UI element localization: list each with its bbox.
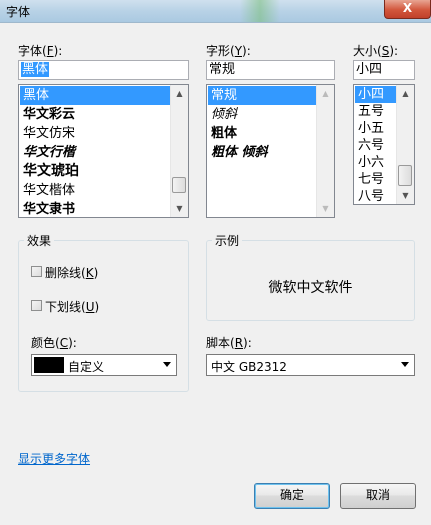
color-swatch: [34, 357, 64, 373]
font-size-input-value: 小四: [356, 62, 383, 77]
font-style-list[interactable]: 常规 倾斜 粗体 粗体 倾斜 ▲ ▼: [206, 84, 335, 218]
font-name-input-value: 黑体: [21, 62, 50, 77]
chevron-down-icon: [401, 362, 409, 367]
ok-button[interactable]: 确定: [254, 483, 330, 509]
font-size-item[interactable]: 七号: [355, 171, 397, 188]
font-size-item[interactable]: 六号: [355, 137, 397, 154]
sample-group-label: 示例: [212, 232, 243, 249]
font-style-input-value: 常规: [209, 62, 236, 77]
cancel-button[interactable]: 取消: [340, 483, 416, 509]
font-name-item[interactable]: 华文楷体: [20, 181, 171, 200]
script-combo[interactable]: 中文 GB2312: [206, 354, 415, 376]
scroll-down-icon[interactable]: ▼: [317, 200, 334, 217]
font-style-input[interactable]: 常规: [206, 60, 335, 80]
chevron-down-icon: [163, 362, 171, 367]
font-size-input[interactable]: 小四: [353, 60, 415, 80]
font-name-scrollbar[interactable]: ▲ ▼: [170, 85, 188, 217]
font-size-label: 大小(S):: [353, 44, 399, 58]
font-name-label: 字体(F):: [18, 44, 63, 58]
close-button[interactable]: X: [384, 0, 431, 19]
font-name-item[interactable]: 黑体: [20, 86, 171, 105]
font-size-scrollbar[interactable]: ▲ ▼: [396, 85, 414, 204]
scroll-down-icon[interactable]: ▼: [171, 200, 188, 217]
strikeout-checkbox[interactable]: [31, 266, 42, 277]
color-combo-value: 自定义: [68, 360, 105, 374]
font-style-item[interactable]: 粗体 倾斜: [208, 143, 317, 162]
font-name-item[interactable]: 华文仿宋: [20, 124, 171, 143]
font-name-item[interactable]: 华文行楷: [20, 143, 171, 162]
scroll-thumb[interactable]: [172, 177, 186, 193]
strikeout-label[interactable]: 删除线(K): [45, 264, 98, 281]
color-label: 颜色(C):: [31, 336, 77, 350]
font-style-item[interactable]: 常规: [208, 86, 317, 105]
show-more-fonts-link[interactable]: 显示更多字体: [18, 450, 90, 467]
font-size-item[interactable]: 小四: [355, 86, 397, 103]
scroll-up-icon[interactable]: ▲: [317, 85, 334, 102]
scroll-up-icon[interactable]: ▲: [171, 85, 188, 102]
font-name-list[interactable]: 黑体 华文彩云 华文仿宋 华文行楷 华文琥珀 华文楷体 华文隶书 ▲ ▼: [18, 84, 189, 218]
underline-checkbox[interactable]: [31, 300, 42, 311]
scroll-down-icon[interactable]: ▼: [397, 187, 414, 204]
font-name-item[interactable]: 华文隶书: [20, 200, 171, 217]
underline-label[interactable]: 下划线(U): [45, 298, 99, 315]
font-size-item[interactable]: 小六: [355, 154, 397, 171]
script-label: 脚本(R):: [206, 336, 252, 350]
font-size-item[interactable]: 五号: [355, 103, 397, 120]
font-size-list[interactable]: 小四 五号 小五 六号 小六 七号 八号 ▲ ▼: [353, 84, 415, 205]
font-name-item[interactable]: 华文琥珀: [20, 162, 171, 181]
window-title: 字体: [6, 5, 31, 19]
font-size-item[interactable]: 八号: [355, 188, 397, 204]
script-combo-value: 中文 GB2312: [211, 360, 287, 374]
font-size-item[interactable]: 小五: [355, 120, 397, 137]
scroll-up-icon[interactable]: ▲: [397, 85, 414, 102]
font-style-item[interactable]: 粗体: [208, 124, 317, 143]
color-combo[interactable]: 自定义: [31, 354, 177, 376]
scroll-thumb[interactable]: [398, 165, 412, 186]
font-style-item[interactable]: 倾斜: [208, 105, 317, 124]
font-style-label: 字形(Y):: [206, 44, 251, 58]
font-name-item[interactable]: 华文彩云: [20, 105, 171, 124]
font-name-input[interactable]: 黑体: [18, 60, 189, 80]
sample-text: 微软中文软件: [268, 280, 353, 296]
effects-group-label: 效果: [24, 232, 55, 249]
title-bar: 字体: [0, 0, 431, 23]
font-style-scrollbar[interactable]: ▲ ▼: [316, 85, 334, 217]
titlebar-decoration: [240, 0, 280, 22]
